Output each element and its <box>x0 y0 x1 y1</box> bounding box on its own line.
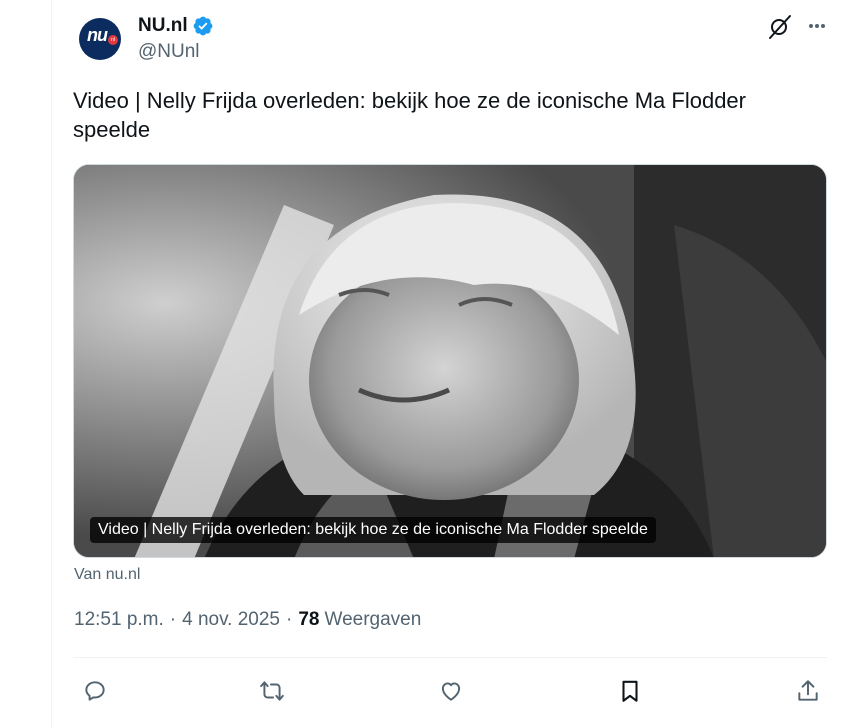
views-count[interactable]: 78 <box>298 609 319 631</box>
bookmark-icon <box>622 680 638 702</box>
share-button[interactable] <box>793 676 823 706</box>
like-icon <box>441 682 461 701</box>
author-display-name[interactable]: NU.nl <box>138 15 188 37</box>
tweet-date[interactable]: 4 nov. 2025 <box>182 609 280 631</box>
verified-badge-icon <box>193 16 213 36</box>
card-source-link[interactable]: Van nu.nl <box>74 566 140 584</box>
share-icon <box>798 680 818 701</box>
repost-icon <box>260 681 284 701</box>
card-image <box>74 165 826 557</box>
timeline-border <box>51 0 52 728</box>
repost-button[interactable] <box>257 676 287 706</box>
author-handle[interactable]: @NUnl <box>138 41 200 63</box>
reply-icon <box>85 681 105 701</box>
action-divider <box>73 657 827 658</box>
like-button[interactable] <box>436 676 466 706</box>
grok-icon[interactable] <box>766 12 794 40</box>
author-name-row[interactable]: NU.nl <box>138 14 214 38</box>
meta-separator-2: · <box>286 609 293 630</box>
tweet-text: Video | Nelly Frijda overleden: bekijk h… <box>73 88 746 142</box>
views-label[interactable]: Weergaven <box>324 609 421 631</box>
avatar[interactable]: nu nl <box>79 18 121 60</box>
card-caption: Video | Nelly Frijda overleden: bekijk h… <box>90 517 656 543</box>
more-icon[interactable] <box>803 12 831 40</box>
link-card[interactable]: Video | Nelly Frijda overleden: bekijk h… <box>73 164 827 558</box>
tweet-meta: 12:51 p.m. · 4 nov. 2025 · 78 Weergaven <box>74 609 421 631</box>
reply-button[interactable] <box>80 676 110 706</box>
meta-separator: · <box>169 609 177 630</box>
tweet-time[interactable]: 12:51 p.m. <box>74 609 164 631</box>
bookmark-button[interactable] <box>615 676 645 706</box>
avatar-logo-badge: nl <box>108 35 118 45</box>
